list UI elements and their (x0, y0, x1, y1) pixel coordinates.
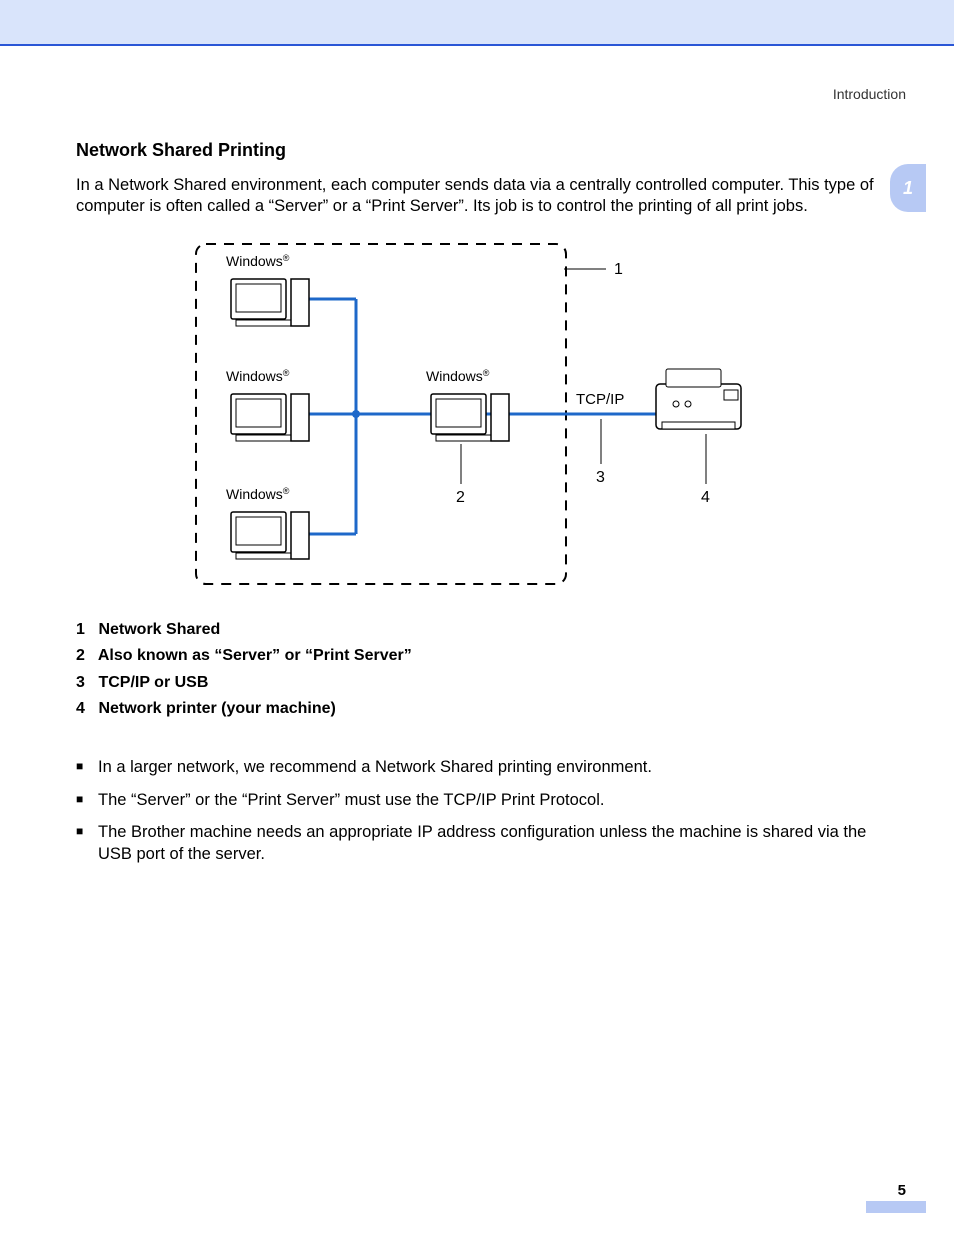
page-body: Introduction 1 Network Shared Printing I… (0, 46, 954, 1235)
diagram-legend: 1 Network Shared 2 Also known as “Server… (76, 617, 876, 723)
legend-item: 4 Network printer (your machine) (76, 696, 876, 722)
diagram-svg: Windows® Windows® Windows® (176, 234, 776, 594)
page-number-bar (866, 1201, 926, 1213)
content: Network Shared Printing In a Network Sha… (76, 140, 876, 876)
network-diagram: Windows® Windows® Windows® (176, 234, 776, 599)
protocol-label: TCP/IP (576, 391, 624, 408)
callout-4: 4 (701, 489, 710, 506)
subheading: Network Shared Printing (76, 140, 876, 161)
chapter-tab: 1 (890, 164, 926, 212)
legend-item: 1 Network Shared (76, 617, 876, 643)
server-label: Windows® (426, 368, 490, 384)
client2-label: Windows® (226, 368, 290, 384)
client-pc-3: Windows® (226, 486, 309, 559)
printer-icon (656, 369, 741, 429)
callout-2: 2 (456, 489, 465, 506)
client3-label: Windows® (226, 486, 290, 502)
page-number: 5 (898, 1182, 906, 1199)
callout-3: 3 (596, 469, 605, 486)
list-item: The Brother machine needs an appropriate… (76, 821, 876, 866)
server-pc: Windows® (426, 368, 509, 441)
legend-item: 2 Also known as “Server” or “Print Serve… (76, 643, 876, 669)
intro-paragraph: In a Network Shared environment, each co… (76, 175, 876, 218)
client-pc-2: Windows® (226, 368, 309, 441)
callout-1: 1 (614, 261, 623, 278)
legend-item: 3 TCP/IP or USB (76, 670, 876, 696)
section-label: Introduction (833, 86, 906, 102)
client1-label: Windows® (226, 253, 290, 269)
list-item: The “Server” or the “Print Server” must … (76, 789, 876, 811)
list-item: In a larger network, we recommend a Netw… (76, 756, 876, 778)
top-band (0, 0, 954, 44)
notes-list: In a larger network, we recommend a Netw… (76, 756, 876, 865)
client-pc-1: Windows® (226, 253, 309, 326)
